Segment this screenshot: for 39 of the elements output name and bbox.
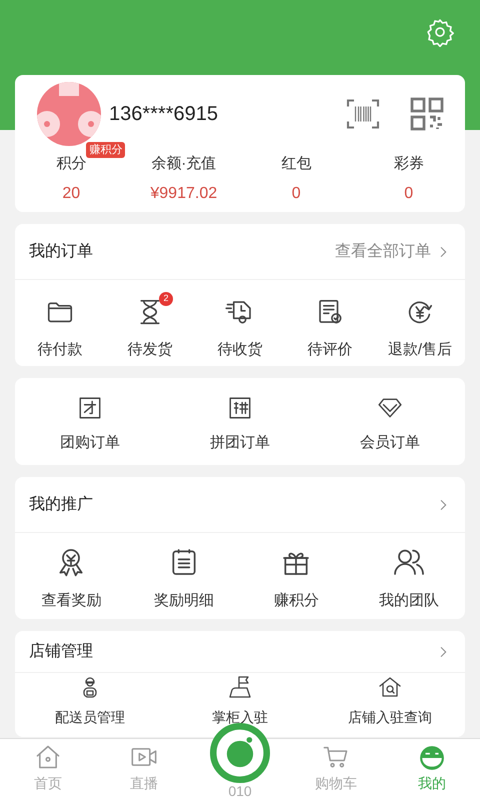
smile-icon [419,745,445,771]
shortcut-item[interactable]: 奖励明细 [128,540,240,612]
stat-value: 0 [292,184,301,204]
shortcut-item[interactable]: 退款/售后 [375,291,465,361]
stat-label[interactable]: 积分 [56,155,86,172]
qr-code-icon[interactable] [409,96,445,132]
stat-value: ¥9917.02 [150,184,218,204]
view-all-link[interactable]: 查看全部订单 [335,240,451,264]
shortcut-item[interactable]: 会员订单 [315,388,465,454]
section-title: 我的推广 [29,494,93,514]
section-title: 我的订单 [29,242,93,262]
stat-value: 0 [404,184,414,204]
stat-value: 20 [62,184,80,204]
shortcut-item[interactable]: 拼团订单 [165,388,315,454]
stat-label[interactable]: 余额·充值 [151,155,216,172]
shortcut-item[interactable]: 2 待发货 [105,291,195,361]
stat-label[interactable]: 彩券 [394,155,424,172]
shortcut-item[interactable]: 待收货 [195,291,285,361]
shortcut-item[interactable]: 查看奖励 [15,540,128,612]
shortcut-item[interactable]: 待评价 [285,291,375,361]
camera-button[interactable] [210,723,270,783]
house-search-icon [378,675,402,699]
square-character-icon [77,394,103,420]
settings-icon [425,16,455,46]
square-character-icon [227,394,253,420]
count-badge: 2 [159,292,173,306]
shortcut-item[interactable]: 待付款 [15,291,105,361]
section-title: 店铺管理 [29,642,93,662]
shortcut-item[interactable]: 店铺入驻查询 [315,675,465,728]
shortcut-item[interactable]: 团购订单 [15,388,165,454]
shortcut-item[interactable]: 我的团队 [352,540,465,612]
phone-number: 136****6915 [109,102,219,127]
earn-points-badge[interactable]: 赚积分 [86,142,126,158]
shortcut-item[interactable]: 掌柜入驻 [165,675,315,728]
stat-label[interactable]: 红包 [281,155,312,172]
shortcut-item[interactable]: 配送员管理 [15,675,165,728]
flag-icon [228,675,252,699]
house-icon [34,743,62,771]
shortcut-item[interactable]: 赚积分 [240,540,352,612]
